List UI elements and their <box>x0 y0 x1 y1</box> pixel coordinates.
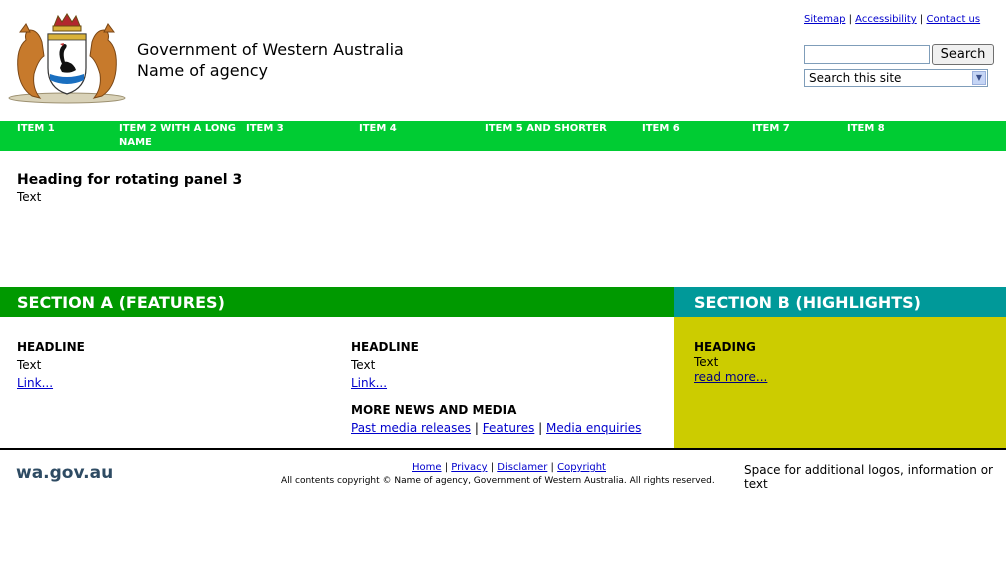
government-title: Government of Western Australia <box>137 40 404 59</box>
separator: | <box>538 421 543 435</box>
features-link[interactable]: Features <box>483 421 535 435</box>
nav-item-7[interactable]: ITEM 7 <box>752 122 790 136</box>
footer-privacy-link[interactable]: Privacy <box>451 462 487 473</box>
main-navigation: ITEM 1 ITEM 2 WITH A LONG NAME ITEM 3 IT… <box>0 121 1006 151</box>
nav-item-4[interactable]: ITEM 4 <box>359 122 397 136</box>
more-news-heading: MORE NEWS AND MEDIA <box>351 403 517 417</box>
feature-1-headline: HEADLINE <box>17 340 85 354</box>
utility-links: Sitemap | Accessibility | Contact us <box>804 14 980 25</box>
separator: | <box>919 14 924 25</box>
footer-home-link[interactable]: Home <box>412 462 442 473</box>
separator: | <box>848 14 852 25</box>
separator: | <box>444 462 449 473</box>
media-enquiries-link[interactable]: Media enquiries <box>546 421 641 435</box>
search-button[interactable]: Search <box>932 44 994 65</box>
section-b-header: SECTION B (HIGHLIGHTS) <box>674 287 1006 317</box>
nav-item-8[interactable]: ITEM 8 <box>847 122 885 136</box>
footer-extra-text: Space for additional logos, information … <box>744 463 993 491</box>
nav-item-3[interactable]: ITEM 3 <box>246 122 284 136</box>
accessibility-link[interactable]: Accessibility <box>855 14 917 25</box>
search-scope-value: Search this site <box>809 71 902 85</box>
contact-us-link[interactable]: Contact us <box>926 14 980 25</box>
search-input[interactable] <box>804 45 930 64</box>
copyright-text: All contents copyright © Name of agency,… <box>281 476 715 486</box>
search-scope-select[interactable]: Search this site ▼ <box>804 69 988 87</box>
separator: | <box>550 462 554 473</box>
wa-coat-of-arms-logo[interactable] <box>6 12 128 104</box>
section-a-title: SECTION A (FEATURES) <box>17 293 225 312</box>
separator: | <box>490 462 495 473</box>
past-media-releases-link[interactable]: Past media releases <box>351 421 471 435</box>
nav-item-2[interactable]: ITEM 2 WITH A LONG NAME <box>119 122 237 150</box>
feature-2-headline: HEADLINE <box>351 340 419 354</box>
feature-2-text: Text <box>351 358 376 372</box>
site-header: Government of Western Australia Name of … <box>0 0 1006 121</box>
section-a-header: SECTION A (FEATURES) <box>0 287 674 317</box>
more-news-links: Past media releases | Features | Media e… <box>351 421 641 435</box>
highlight-heading: HEADING <box>694 340 756 354</box>
rotating-panel-heading: Heading for rotating panel 3 <box>17 172 243 188</box>
sitemap-link[interactable]: Sitemap <box>804 14 845 25</box>
footer-disclaimer-link[interactable]: Disclamer <box>497 462 547 473</box>
feature-2-link[interactable]: Link... <box>351 376 387 390</box>
feature-1-text: Text <box>17 358 42 372</box>
footer-divider <box>0 448 1006 450</box>
nav-item-1[interactable]: ITEM 1 <box>17 122 55 136</box>
separator: | <box>474 421 479 435</box>
section-b-title: SECTION B (HIGHLIGHTS) <box>694 293 921 312</box>
highlight-text: Text <box>694 355 719 369</box>
nav-item-6[interactable]: ITEM 6 <box>642 122 680 136</box>
wa-gov-logo[interactable]: wa.gov.au <box>16 463 113 483</box>
nav-item-5[interactable]: ITEM 5 AND SHORTER <box>485 122 607 136</box>
chevron-down-icon[interactable]: ▼ <box>972 71 986 85</box>
feature-1-link[interactable]: Link... <box>17 376 53 390</box>
read-more-link[interactable]: read more... <box>694 370 767 384</box>
rotating-panel-text: Text <box>17 190 42 204</box>
footer-copyright-link[interactable]: Copyright <box>557 462 606 473</box>
agency-name: Name of agency <box>137 61 269 80</box>
